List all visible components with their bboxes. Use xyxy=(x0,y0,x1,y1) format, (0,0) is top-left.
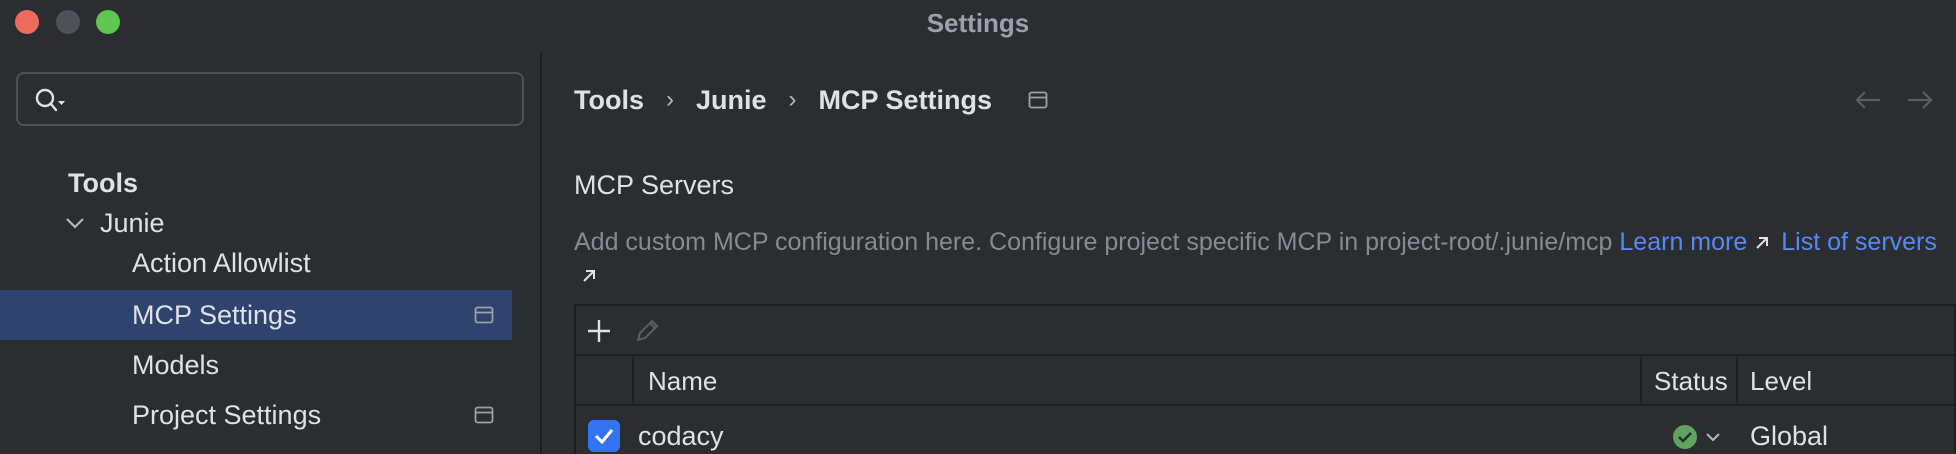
column-separator[interactable] xyxy=(632,356,634,406)
project-level-icon xyxy=(1028,91,1048,109)
project-level-icon xyxy=(474,306,494,324)
column-header-name[interactable]: Name xyxy=(648,356,717,406)
project-level-icon xyxy=(474,406,494,424)
checkmark-icon xyxy=(594,429,614,445)
edit-icon[interactable] xyxy=(630,314,664,348)
column-header-level[interactable]: Level xyxy=(1750,356,1812,406)
column-separator[interactable] xyxy=(1736,356,1738,406)
sidebar-item-action-allowlist[interactable]: Action Allowlist xyxy=(132,238,311,288)
external-link-icon xyxy=(1756,237,1769,250)
column-separator[interactable] xyxy=(1640,356,1642,406)
external-link-icon xyxy=(583,270,595,283)
learn-more-link[interactable]: Learn more xyxy=(1619,228,1747,256)
sidebar-item-project-settings[interactable]: Project Settings xyxy=(0,390,512,440)
server-level: Global xyxy=(1750,421,1829,451)
history-navigation xyxy=(1836,82,1956,118)
section-description: Add custom MCP configuration here. Confi… xyxy=(574,226,1954,292)
breadcrumb: Tools › Junie › MCP Settings xyxy=(574,80,1048,120)
breadcrumb-junie[interactable]: Junie xyxy=(696,85,767,116)
title-bar: Settings xyxy=(0,0,1956,44)
server-name: codacy xyxy=(638,421,724,451)
column-header-status[interactable]: Status xyxy=(1654,356,1728,406)
sidebar-item-label: Project Settings xyxy=(132,400,322,430)
table-header: Name Status Level xyxy=(576,356,1956,406)
chevron-down-icon xyxy=(1706,433,1720,442)
table-toolbar xyxy=(576,306,1956,356)
sidebar-item-mcp-settings[interactable]: MCP Settings xyxy=(0,290,512,340)
status-ok-icon xyxy=(1673,425,1697,449)
chevron-down-icon xyxy=(66,218,84,229)
sidebar-item-label: MCP Settings xyxy=(132,300,297,330)
sidebar-item-models[interactable]: Models xyxy=(132,340,219,390)
breadcrumb-separator: › xyxy=(666,86,674,113)
window-title: Settings xyxy=(926,8,1030,38)
breadcrumb-tools[interactable]: Tools xyxy=(574,85,644,116)
mcp-servers-table: Name Status Level codacy Global xyxy=(574,304,1956,454)
description-text: Add custom MCP configuration here. Confi… xyxy=(574,228,1613,256)
search-input[interactable] xyxy=(16,72,524,126)
back-arrow-icon[interactable] xyxy=(1850,82,1886,118)
breadcrumb-separator: › xyxy=(788,86,797,113)
settings-sidebar: Tools Junie Action Allowlist MCP Setting… xyxy=(0,52,540,454)
section-title: MCP Servers xyxy=(574,170,735,200)
settings-window: Settings Tools Junie Action Allowlist MC… xyxy=(0,0,1956,454)
search-icon xyxy=(35,88,65,112)
enabled-checkbox[interactable] xyxy=(588,420,620,452)
add-icon[interactable] xyxy=(582,314,616,348)
forward-arrow-icon[interactable] xyxy=(1902,82,1938,118)
breadcrumb-mcp-settings: MCP Settings xyxy=(818,84,993,115)
list-of-servers-link[interactable]: List of servers xyxy=(1781,228,1937,256)
settings-content: Tools › Junie › MCP Settings MCP Servers… xyxy=(542,52,1956,454)
table-row[interactable]: codacy Global xyxy=(576,408,1956,454)
status-cell[interactable] xyxy=(1672,408,1732,454)
